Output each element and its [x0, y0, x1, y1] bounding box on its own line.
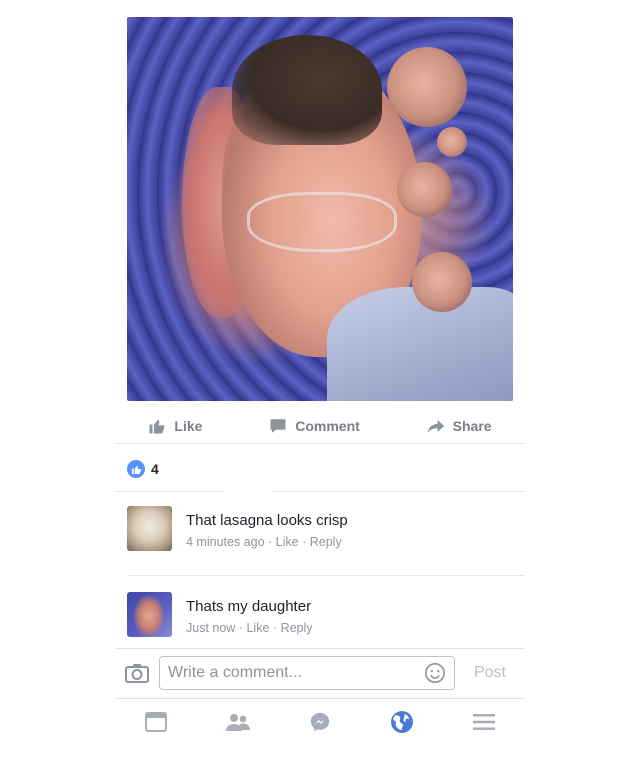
image-detail	[387, 47, 467, 127]
comment-text: That lasagna looks crisp	[186, 512, 348, 529]
post-image[interactable]	[127, 17, 513, 401]
camera-button[interactable]	[115, 663, 159, 683]
share-button[interactable]: Share	[427, 417, 492, 435]
thumbs-up-icon	[149, 419, 165, 433]
tab-menu[interactable]	[464, 713, 504, 731]
comment-composer: Write a comment... Post	[115, 648, 525, 696]
news-feed-icon	[145, 711, 167, 732]
like-label: Like	[174, 417, 203, 434]
divider	[127, 575, 525, 576]
comment-label: Comment	[295, 417, 360, 434]
comment-text: Thats my daughter	[186, 598, 312, 615]
avatar[interactable]	[127, 592, 172, 637]
divider	[115, 491, 223, 492]
hamburger-menu-icon	[473, 713, 495, 730]
image-detail	[232, 35, 382, 145]
comment-like-link[interactable]: Like	[246, 621, 269, 635]
comment-meta: Just now · Like · Reply	[186, 621, 313, 635]
bottom-tab-bar	[115, 698, 525, 744]
divider	[272, 491, 525, 492]
like-reaction-icon	[127, 460, 145, 478]
comment-input[interactable]: Write a comment...	[159, 655, 455, 690]
meta-separator: ·	[272, 621, 278, 635]
post-button[interactable]: Post	[455, 664, 525, 682]
reaction-summary[interactable]: 4	[127, 458, 159, 480]
comment-button[interactable]: Comment	[269, 417, 360, 435]
comment-time: 4 minutes ago	[186, 535, 265, 549]
comment-reply-link[interactable]: Reply	[310, 535, 342, 549]
image-detail	[397, 162, 452, 217]
share-label: Share	[452, 417, 492, 434]
comment-time: Just now	[186, 621, 236, 635]
comment-item: That lasagna looks crisp 4 minutes ago ·…	[127, 506, 525, 551]
emoji-icon[interactable]	[424, 662, 446, 684]
comment-item: Thats my daughter Just now · Like · Repl…	[127, 592, 525, 637]
messenger-icon	[310, 712, 330, 731]
avatar[interactable]	[127, 506, 172, 551]
meta-separator: ·	[302, 535, 307, 549]
reaction-count: 4	[151, 461, 159, 477]
friends-icon	[226, 713, 250, 731]
comment-like-link[interactable]: Like	[276, 535, 299, 549]
speech-bubble-icon	[270, 418, 286, 433]
image-detail	[412, 252, 472, 312]
tab-friends[interactable]	[218, 712, 258, 732]
comment-input-placeholder: Write a comment...	[168, 663, 302, 681]
image-detail	[327, 287, 513, 401]
tab-messenger[interactable]	[300, 711, 340, 733]
camera-icon	[125, 663, 149, 683]
meta-separator: ·	[238, 621, 243, 635]
meta-separator: ·	[268, 535, 273, 549]
post-action-bar: Like Comment Share	[115, 408, 525, 444]
comment-meta: 4 minutes ago · Like · Reply	[186, 535, 348, 549]
tab-news-feed[interactable]	[136, 711, 176, 732]
comment-reply-link[interactable]: Reply	[281, 621, 313, 635]
share-arrow-icon	[427, 419, 444, 433]
image-detail	[247, 192, 397, 252]
image-detail	[437, 127, 467, 157]
like-button[interactable]: Like	[148, 417, 202, 435]
tab-notifications[interactable]	[382, 710, 422, 734]
globe-icon	[391, 710, 413, 733]
